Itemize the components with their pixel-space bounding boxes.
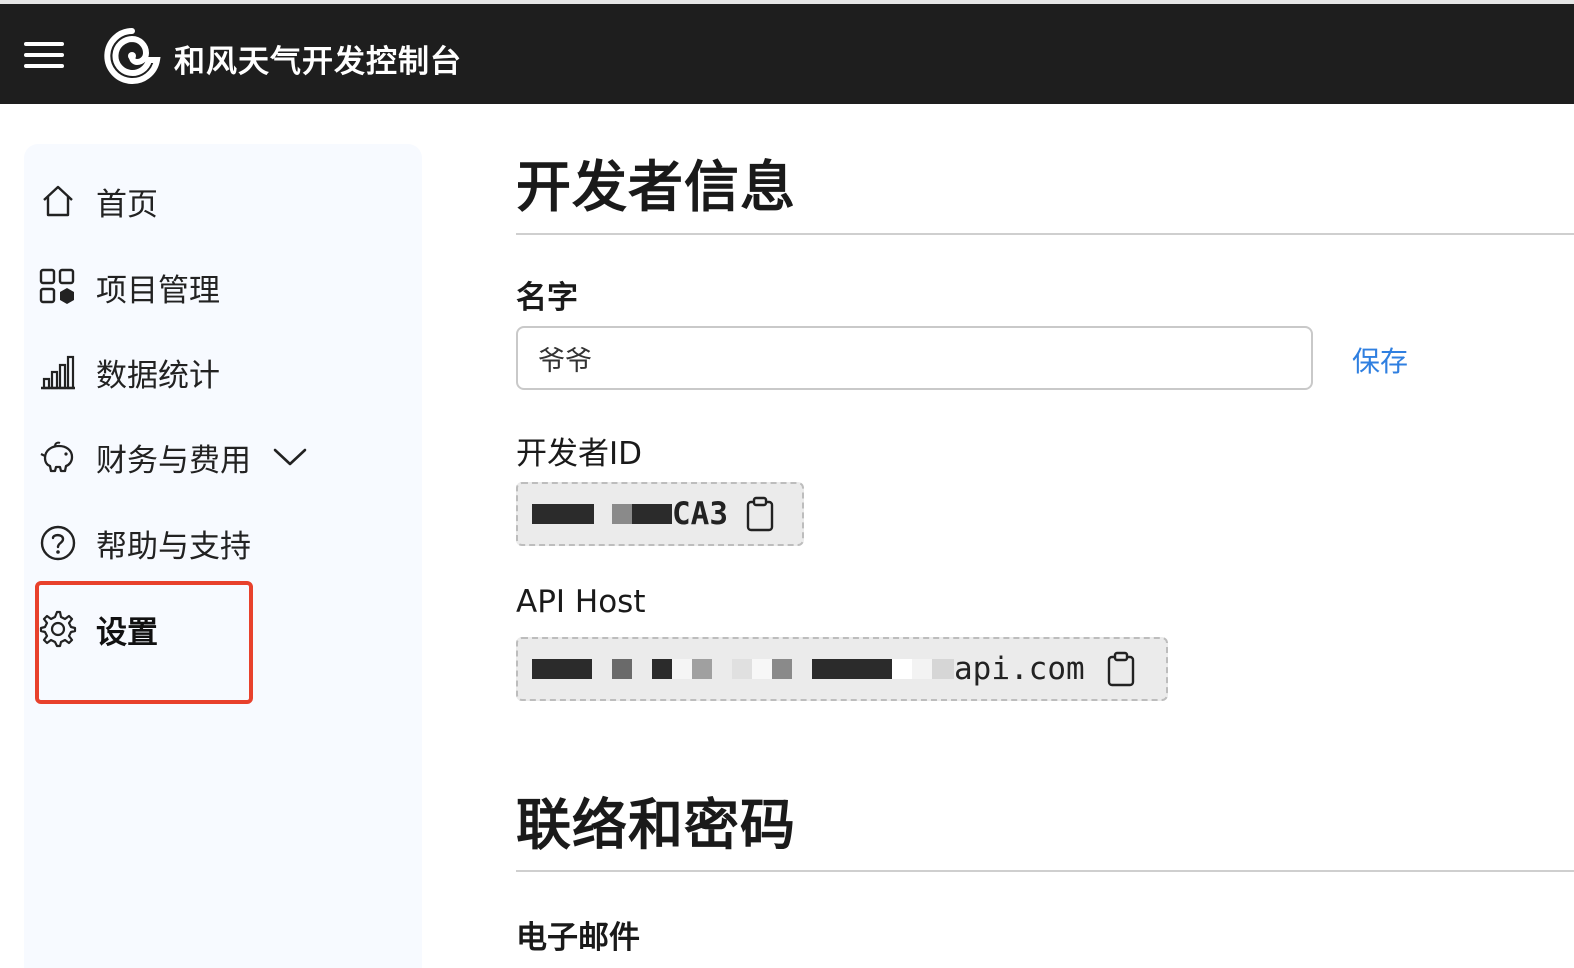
sidebar-item-label: 财务与费用 (96, 442, 251, 479)
redacted-value (532, 658, 954, 680)
api-host-value: api.com (954, 651, 1085, 687)
developer-id-value: CA3 (672, 496, 728, 532)
sidebar-item-label: 项目管理 (96, 272, 220, 309)
redacted-value (532, 503, 672, 525)
sidebar-item-label: 设置 (96, 614, 158, 651)
clipboard-copy-icon[interactable] (742, 494, 778, 534)
save-button[interactable]: 保存 (1352, 340, 1408, 380)
home-icon (38, 181, 78, 221)
qweather-logo-icon[interactable] (102, 26, 162, 86)
sidebar-item-settings[interactable]: 设置 (38, 604, 158, 654)
sidebar-item-stats[interactable]: 数据统计 (38, 347, 220, 397)
help-circle-icon (38, 523, 78, 563)
clipboard-copy-icon[interactable] (1103, 649, 1139, 689)
developer-id-label: 开发者ID (516, 436, 643, 472)
hamburger-menu-icon[interactable] (24, 42, 64, 72)
sidebar-item-projects[interactable]: 项目管理 (38, 262, 220, 312)
gear-icon (38, 609, 78, 649)
section-title-contact-password: 联络和密码 (516, 793, 797, 857)
name-label: 名字 (516, 280, 578, 316)
piggy-bank-icon (38, 437, 78, 477)
name-input[interactable] (516, 326, 1313, 390)
section-divider (516, 870, 1574, 872)
section-divider (516, 233, 1574, 235)
chevron-down-icon[interactable] (273, 440, 307, 474)
top-bar: 和风天气开发控制台 (0, 0, 1574, 104)
sidebar-item-home[interactable]: 首页 (38, 176, 158, 226)
bar-chart-icon (38, 352, 78, 392)
api-host-label: API Host (516, 584, 646, 620)
api-host-box: api.com (516, 637, 1168, 701)
sidebar-item-label: 帮助与支持 (96, 528, 251, 565)
sidebar-item-help[interactable]: 帮助与支持 (38, 518, 251, 568)
sidebar-item-finance[interactable]: 财务与费用 (38, 432, 307, 482)
section-title-developer-info: 开发者信息 (516, 155, 797, 219)
email-label: 电子邮件 (516, 920, 640, 956)
developer-id-box: CA3 (516, 482, 804, 546)
apps-grid-icon (38, 267, 78, 307)
sidebar-item-label: 首页 (96, 186, 158, 223)
app-title: 和风天气开发控制台 (174, 44, 462, 80)
sidebar-item-label: 数据统计 (96, 357, 220, 394)
